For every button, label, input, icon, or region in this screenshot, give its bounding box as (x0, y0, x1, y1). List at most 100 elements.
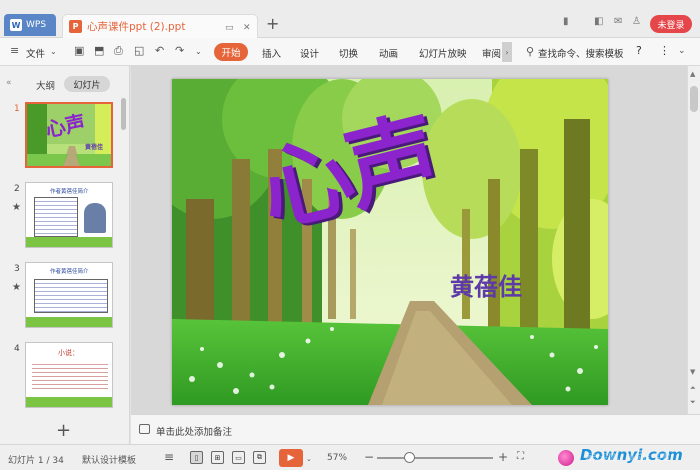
slide-preview: 心声 黄蓓佳 (25, 102, 113, 168)
redo-icon[interactable]: ↷ (175, 44, 184, 57)
thumbnail-scrollbar[interactable] (121, 98, 126, 130)
command-search[interactable]: 查找命令、搜索模板 (538, 46, 624, 60)
zoom-in-icon[interactable]: + (498, 450, 508, 464)
workspace-badge-icon[interactable]: ▮ (563, 16, 569, 27)
watermark-logo-icon (558, 450, 574, 466)
mail-icon[interactable]: ✉ (614, 16, 622, 27)
canvas-vertical-scrollbar[interactable]: ▲ ▼ ⏶ ⏷ (687, 66, 700, 414)
design-template-label[interactable]: 默认设计模板 (82, 453, 136, 466)
thumb-title: 作者黄蓓佳简介 (50, 189, 89, 195)
tab-review[interactable]: 审阅 (482, 46, 501, 60)
slide-number: 1 (14, 104, 20, 114)
tab-design[interactable]: 设计 (300, 46, 319, 60)
zoom-slider-track[interactable] (377, 457, 493, 459)
file-menu[interactable]: 文件 (26, 46, 45, 60)
document-title: 心声课件ppt (2).ppt (87, 21, 186, 33)
tab-home[interactable]: 开始 (214, 43, 248, 61)
title-bar: W WPS P 心声课件ppt (2).ppt ▭ ✕ + ▮ ◧ ✉ ♙ 未登… (0, 0, 700, 38)
presenter-view-icon[interactable]: ⧉ (253, 451, 266, 464)
tab-slideshow[interactable]: 幻灯片放映 (419, 46, 467, 60)
normal-view-icon[interactable]: ▯ (190, 451, 203, 464)
next-slide-icon[interactable]: ⏷ (690, 398, 696, 407)
print-preview-icon[interactable]: ◱ (134, 44, 144, 57)
slide-thumbnail-panel: « 大纲 幻灯片 1 心声 黄蓓佳 2 ★ 作者黄蓓佳简介 3 ★ 作者黄蓓佳简… (0, 66, 130, 444)
slide-preview: 作者黄蓓佳简介 (25, 182, 113, 248)
close-tab-icon[interactable]: ✕ (243, 23, 251, 33)
slide-thumbnail-1[interactable]: 1 心声 黄蓓佳 (8, 102, 118, 172)
save-icon[interactable]: ▣ (74, 44, 84, 57)
slide-thumbnail-3[interactable]: 3 ★ 作者黄蓓佳简介 (8, 262, 118, 332)
play-options-icon[interactable]: ⌄ (306, 455, 312, 463)
document-tab[interactable]: P 心声课件ppt (2).ppt ▭ ✕ (62, 14, 258, 38)
collapse-ribbon-icon[interactable]: ⌄ (678, 46, 686, 56)
help-icon[interactable]: ? (636, 44, 642, 57)
slide-number: 3 (14, 264, 20, 274)
tab-outline[interactable]: 大纲 (36, 78, 55, 92)
presentation-file-icon: P (69, 20, 82, 33)
chevron-down-icon[interactable]: ⌄ (50, 47, 57, 56)
animation-star-icon: ★ (12, 282, 21, 293)
login-button[interactable]: 未登录 (650, 15, 692, 33)
zoom-slider-knob[interactable] (404, 452, 415, 463)
more-options-icon[interactable]: ⋮ (659, 44, 670, 57)
tab-animation[interactable]: 动画 (379, 46, 398, 60)
fit-to-window-icon[interactable]: ⛶ (517, 451, 524, 462)
ribbon-tabs: ≡ 文件 ⌄ ▣ ⬒ ⎙ ◱ ↶ ↷ ⌄ 开始 插入 设计 切换 动画 幻灯片放… (0, 38, 700, 66)
scroll-down-icon[interactable]: ▼ (690, 368, 695, 376)
notes-placeholder[interactable]: 单击此处添加备注 (156, 424, 232, 438)
thumb-title: 小说： (58, 349, 79, 357)
slide-preview: 作者黄蓓佳简介 (25, 262, 113, 328)
slide-number: 2 (14, 184, 20, 194)
wps-tab-label: WPS (26, 20, 47, 30)
wps-home-tab[interactable]: W WPS (4, 14, 56, 36)
previous-slide-icon[interactable]: ⏶ (690, 384, 696, 393)
tab-slides[interactable]: 幻灯片 (64, 76, 110, 92)
thumb-text-block (34, 197, 78, 237)
watermark-subtext: 更改设置， 请前往"设置" (584, 453, 674, 462)
skin-icon[interactable]: ◧ (594, 16, 603, 27)
ribbon-scroll-right-icon[interactable]: › (502, 42, 512, 62)
thumb-title: 作者黄蓓佳简介 (50, 269, 89, 275)
tab-transition[interactable]: 切换 (339, 46, 358, 60)
search-icon[interactable]: ⚲ (526, 45, 534, 58)
slide-subtitle[interactable]: 黄蓓佳 (450, 267, 522, 302)
notes-toggle-icon[interactable]: ≡ (164, 450, 174, 464)
status-bar: 幻灯片 1 / 34 默认设计模板 ≡ ▯ ⊞ ▭ ⧉ ▶ ⌄ 57% − + … (0, 444, 700, 470)
slide-thumbnail-2[interactable]: 2 ★ 作者黄蓓佳简介 (8, 182, 118, 252)
thumb-text-block (34, 279, 108, 313)
undo-icon[interactable]: ↶ (155, 44, 164, 57)
add-slide-button[interactable]: + (56, 420, 71, 441)
menu-icon[interactable]: ≡ (10, 44, 19, 57)
zoom-out-icon[interactable]: − (364, 450, 374, 464)
user-icon[interactable]: ♙ (632, 16, 641, 27)
slide-thumbnail-4[interactable]: 4 小说： (8, 342, 118, 412)
notes-pane[interactable]: 单击此处添加备注 (131, 414, 700, 444)
collapse-panel-icon[interactable]: « (6, 78, 12, 88)
new-tab-icon[interactable]: + (266, 14, 279, 33)
thumb-grass (26, 397, 112, 407)
thumb-text-block (32, 361, 108, 389)
print-icon[interactable]: ⎙ (114, 44, 123, 58)
thumb-grass (26, 317, 112, 327)
slide-editing-area: 心声 黄蓓佳 (131, 66, 687, 414)
wps-logo-icon: W (10, 19, 22, 31)
slide-counter: 幻灯片 1 / 34 (8, 456, 64, 466)
thumb-subtitle: 黄蓓佳 (85, 144, 104, 151)
slide-sorter-icon[interactable]: ⊞ (211, 451, 224, 464)
scroll-up-icon[interactable]: ▲ (690, 70, 695, 78)
quick-access-dropdown-icon[interactable]: ⌄ (195, 47, 202, 56)
slide-preview: 小说： (25, 342, 113, 408)
play-slideshow-button[interactable]: ▶ (279, 449, 303, 467)
thumb-grass (26, 237, 112, 247)
animation-star-icon: ★ (12, 202, 21, 213)
slide-number: 4 (14, 344, 20, 354)
export-icon[interactable]: ⬒ (94, 44, 104, 57)
tab-insert[interactable]: 插入 (262, 46, 281, 60)
scrollbar-thumb[interactable] (690, 86, 698, 112)
reading-view-icon[interactable]: ▭ (232, 451, 245, 464)
author-photo (84, 203, 106, 233)
current-slide[interactable]: 心声 黄蓓佳 (172, 79, 608, 405)
notes-icon (139, 424, 150, 434)
zoom-level[interactable]: 57% (327, 453, 347, 463)
restore-window-icon[interactable]: ▭ (225, 23, 234, 33)
